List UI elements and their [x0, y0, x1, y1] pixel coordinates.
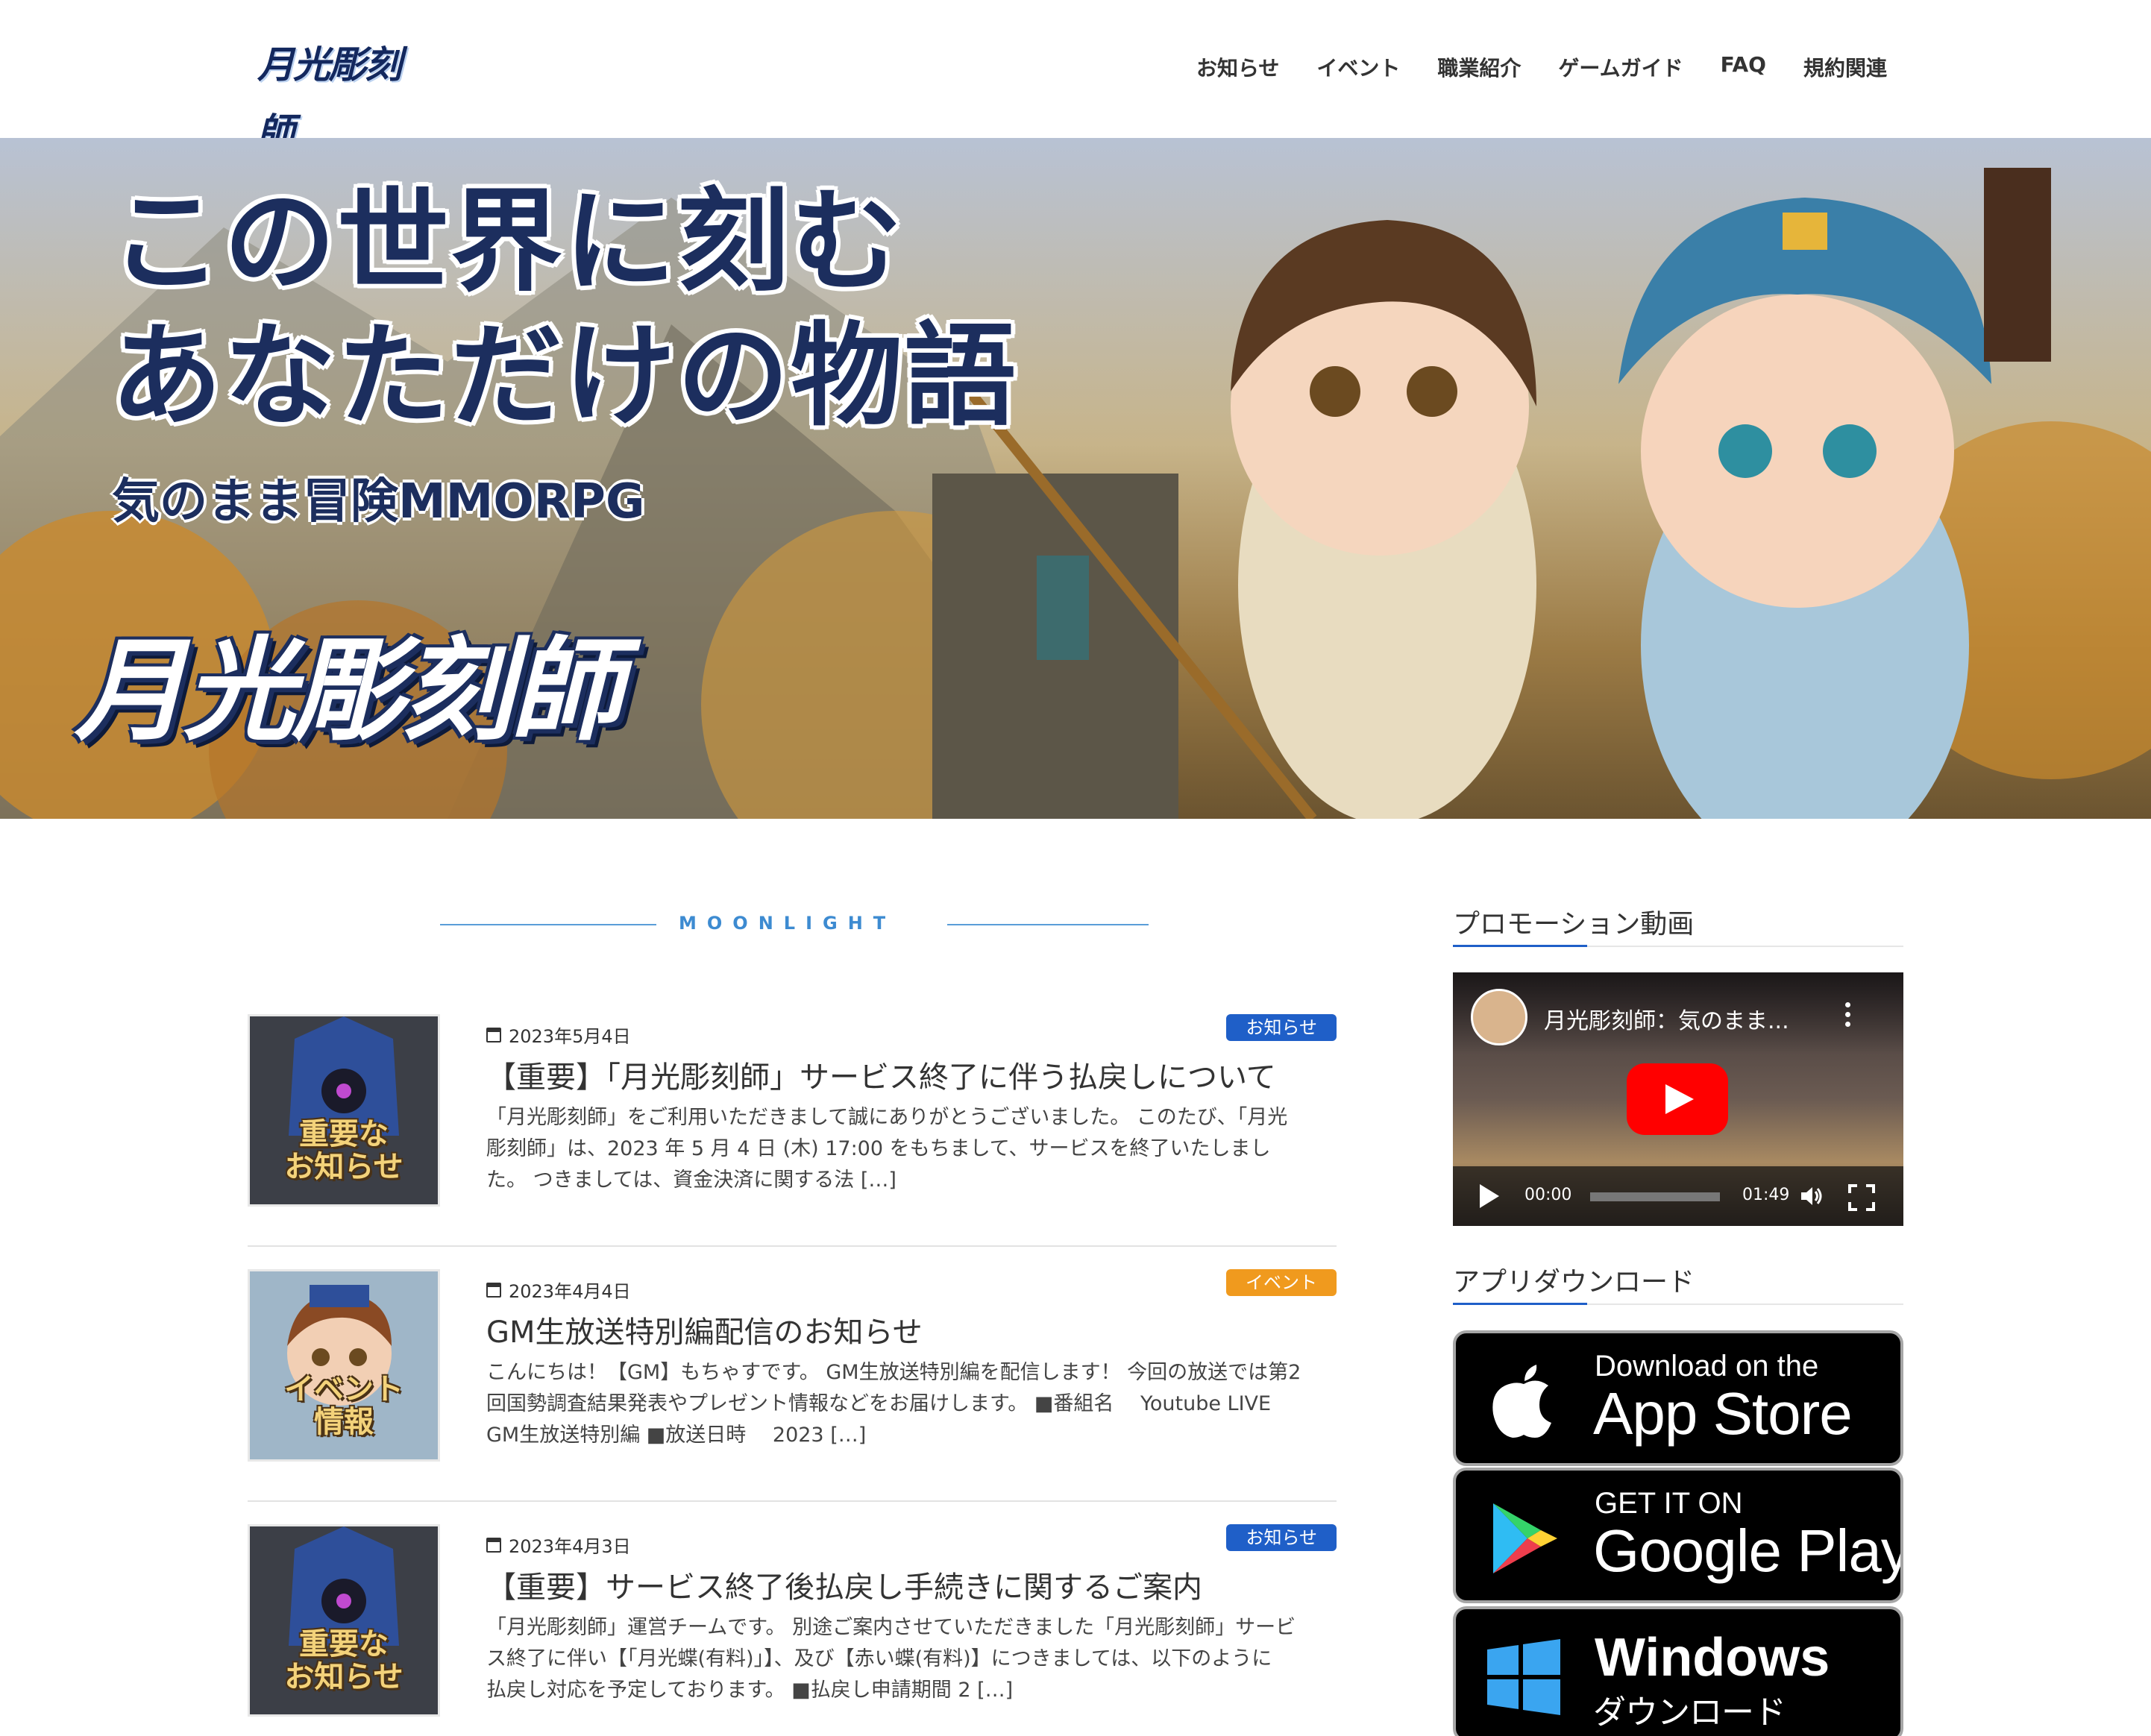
thumbnail-caption-line-1: 重要な	[299, 1627, 389, 1661]
heading-accent-line	[1453, 1303, 1587, 1305]
google-play-button[interactable]: GET IT ON Google Play	[1453, 1468, 1903, 1603]
more-options-icon[interactable]	[1845, 1002, 1851, 1029]
post-excerpt-line: 「月光彫刻師」運営チームです。 別途ご案内させていただきました「月光彫刻師」サー…	[486, 1616, 1296, 1639]
post-excerpt-line: た。 つきましては、資金決済に関する法 […]	[486, 1169, 896, 1192]
post-date: 2023年4月3日	[486, 1532, 631, 1558]
video-controls: 00:00 01:49	[1453, 1166, 1903, 1226]
post-excerpt-line: こんにちは！【GM】もちゃすです。 GM生放送特別編を配信します！ 今回の放送で…	[486, 1361, 1301, 1384]
hero-title: この世界に刻む あなただけの物語	[110, 175, 1017, 444]
category-badge[interactable]: お知らせ	[1226, 1524, 1337, 1551]
calendar-icon	[486, 1282, 501, 1298]
post-title[interactable]: 【重要】「月光彫刻師」サービス終了に伴う払戻しについて	[486, 1053, 1276, 1096]
nav-item-events[interactable]: イベント	[1316, 52, 1400, 82]
app-download-heading-text: アプリダウンロード	[1453, 1267, 1695, 1298]
promo-video-heading: プロモーション動画	[1453, 898, 1903, 947]
post-excerpt: 「月光彫刻師」運営チームです。 別途ご案内させていただきました「月光彫刻師」サー…	[486, 1612, 1337, 1706]
store-big-text: Google Play	[1593, 1518, 1903, 1584]
heading-accent-line	[1453, 945, 1587, 947]
windows-download-button[interactable]: Windows ダウンロード	[1453, 1606, 1903, 1736]
divider-line-left	[440, 924, 656, 925]
store-big-text: App Store	[1593, 1380, 1853, 1447]
post-excerpt-line: 回国勢調査結果発表やプレゼント情報などをお届けします。 ■番組名 Youtube…	[486, 1392, 1272, 1415]
app-store-button[interactable]: Download on the App Store	[1453, 1330, 1903, 1466]
post-thumbnail[interactable]: 重要な お知らせ	[248, 1524, 440, 1717]
hero-title-line-1: この世界に刻む	[110, 177, 905, 307]
post-date: 2023年4月4日	[486, 1277, 631, 1303]
volume-icon[interactable]	[1800, 1184, 1824, 1208]
thumbnail-caption: イベント 情報	[250, 1373, 438, 1438]
hero-banner: この世界に刻む あなただけの物語 気のまま冒険MMORPG 月光彫刻師	[0, 138, 2151, 819]
fullscreen-icon[interactable]	[1848, 1184, 1875, 1211]
post-date-text: 2023年4月4日	[509, 1281, 631, 1302]
progress-bar[interactable]	[1590, 1192, 1720, 1201]
calendar-icon	[486, 1027, 501, 1042]
thumbnail-caption-line-2: お知らせ	[284, 1150, 403, 1184]
post-item[interactable]: 重要な お知らせ 2023年4月3日 お知らせ 【重要】サービス終了後払戻し手続…	[248, 1502, 1337, 1736]
thumbnail-caption-line-1: イベント	[284, 1372, 403, 1406]
moonlight-divider: MOONLIGHT	[440, 911, 1149, 938]
site-logo-text: 月光彫刻師	[257, 43, 402, 154]
post-item[interactable]: 重要な お知らせ 2023年5月4日 お知らせ 【重要】「月光彫刻師」サービス終…	[248, 992, 1337, 1247]
youtube-play-button[interactable]	[1627, 1063, 1728, 1135]
post-thumbnail[interactable]: イベント 情報	[248, 1269, 440, 1462]
post-excerpt: こんにちは！【GM】もちゃすです。 GM生放送特別編を配信します！ 今回の放送で…	[486, 1357, 1337, 1451]
nav-item-game-guide[interactable]: ゲームガイド	[1558, 52, 1683, 82]
store-small-text: GET IT ON	[1595, 1487, 1743, 1520]
nav-item-classes[interactable]: 職業紹介	[1437, 52, 1521, 82]
google-play-icon	[1493, 1503, 1557, 1573]
store-big-text: Windows	[1595, 1628, 1830, 1688]
site-logo[interactable]: 月光彫刻師	[257, 31, 406, 154]
play-icon[interactable]	[1480, 1184, 1499, 1208]
post-excerpt: 「月光彫刻師」をご利用いただきまして誠にありがとうございました。 このたび、「月…	[486, 1102, 1337, 1196]
post-title[interactable]: GM生放送特別編配信のお知らせ	[486, 1308, 923, 1351]
thumbnail-caption-line-1: 重要な	[299, 1117, 389, 1151]
divider-line-right	[947, 924, 1149, 925]
post-excerpt-line: GM生放送特別編 ■放送日時 2023 […]	[486, 1424, 867, 1447]
post-date-text: 2023年5月4日	[509, 1026, 631, 1047]
thumbnail-caption-line-2: 情報	[314, 1405, 374, 1439]
store-small-text: ダウンロード	[1593, 1694, 1786, 1731]
thumbnail-caption: 重要な お知らせ	[250, 1628, 438, 1693]
hero-title-line-2: あなただけの物語	[110, 312, 1018, 441]
apple-icon	[1492, 1365, 1551, 1438]
post-title[interactable]: 【重要】サービス終了後払戻し手続きに関するご案内	[486, 1563, 1202, 1606]
nav-item-terms[interactable]: 規約関連	[1803, 52, 1887, 82]
store-small-text: Download on the	[1595, 1350, 1819, 1383]
hero-game-logo: 月光彫刻師	[75, 625, 622, 756]
duration: 01:49	[1742, 1186, 1790, 1204]
category-badge[interactable]: イベント	[1226, 1269, 1337, 1296]
post-excerpt-line: 彫刻師」は、2023 年 5 月 4 日 (木) 17:00 をもちまして、サー…	[486, 1137, 1271, 1160]
channel-avatar[interactable]	[1471, 989, 1527, 1045]
category-badge[interactable]: お知らせ	[1226, 1014, 1337, 1041]
promo-video-player[interactable]: 月光彫刻師：気のまま... 00:00 01:49	[1453, 972, 1903, 1226]
divider-text: MOONLIGHT	[679, 913, 896, 934]
app-download-heading: アプリダウンロード	[1453, 1256, 1903, 1305]
nav-item-news[interactable]: お知らせ	[1196, 52, 1279, 82]
hero-subtitle: 気のまま冒険MMORPG	[112, 474, 645, 529]
thumbnail-caption-line-2: お知らせ	[284, 1660, 403, 1694]
post-thumbnail[interactable]: 重要な お知らせ	[248, 1014, 440, 1207]
thumbnail-caption: 重要な お知らせ	[250, 1118, 438, 1183]
post-item[interactable]: イベント 情報 2023年4月4日 イベント GM生放送特別編配信のお知らせ こ…	[248, 1247, 1337, 1502]
nav-item-faq[interactable]: FAQ	[1721, 52, 1766, 82]
video-title[interactable]: 月光彫刻師：気のまま...	[1544, 1002, 1789, 1035]
windows-icon	[1487, 1639, 1560, 1715]
post-excerpt-line: 「月光彫刻師」をご利用いただきまして誠にありがとうございました。 このたび、「月…	[486, 1106, 1288, 1129]
site-header: 月光彫刻師 お知らせ イベント 職業紹介 ゲームガイド FAQ 規約関連	[0, 0, 2151, 154]
calendar-icon	[486, 1537, 501, 1553]
post-excerpt-line: 払戻し対応を予定しております。 ■払戻し申請期間 2 […]	[486, 1679, 1014, 1702]
post-date: 2023年5月4日	[486, 1022, 631, 1048]
post-date-text: 2023年4月3日	[509, 1536, 631, 1557]
promo-video-heading-text: プロモーション動画	[1453, 909, 1695, 940]
post-excerpt-line: ス終了に伴い【「月光蝶(有料)」】、及び【赤い蝶(有料)】につきましては、以下の…	[486, 1647, 1272, 1670]
current-time: 00:00	[1524, 1186, 1572, 1204]
main-nav: お知らせ イベント 職業紹介 ゲームガイド FAQ 規約関連	[1196, 52, 1887, 82]
